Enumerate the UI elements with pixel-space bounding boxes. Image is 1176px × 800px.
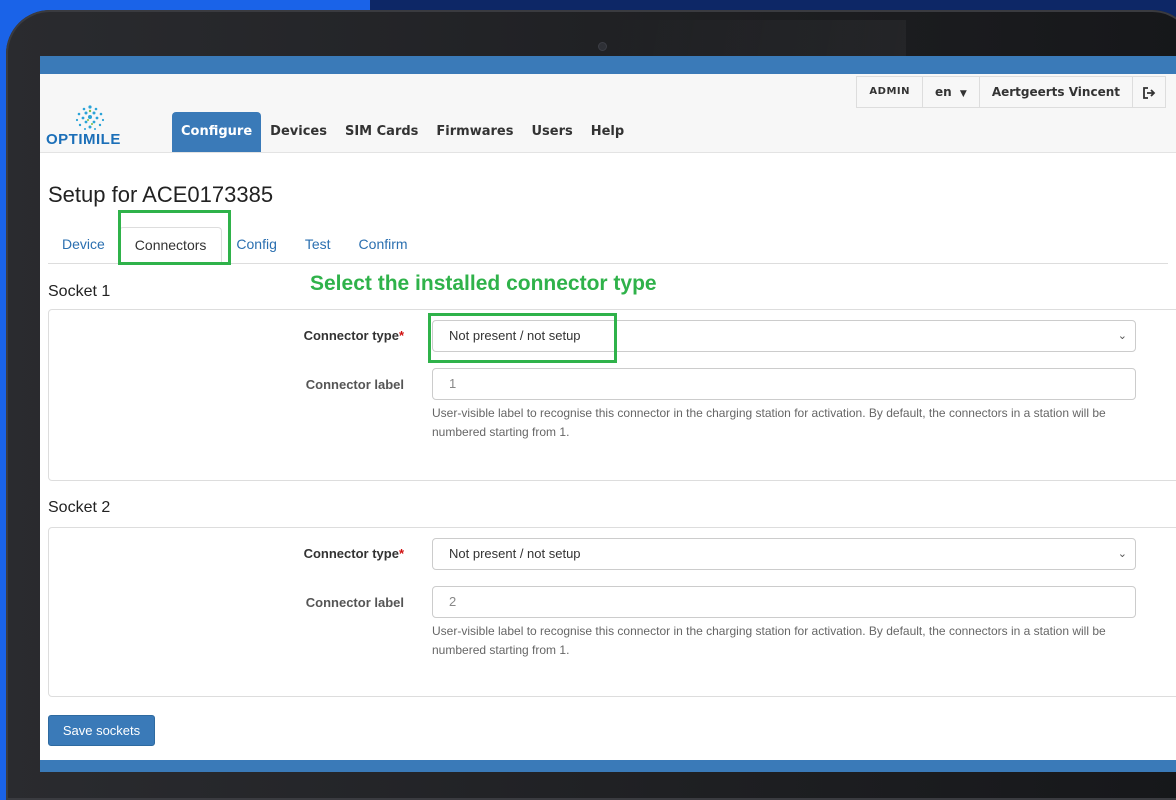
navbar: OPTIMILE Configure Devices SIM Cards Fir…	[40, 74, 1176, 153]
optimile-logo[interactable]: OPTIMILE	[46, 104, 142, 148]
connector-label-input-1[interactable]: 1	[432, 368, 1136, 400]
required-mark: *	[398, 328, 404, 343]
connector-type-select-2[interactable]: Not present / not setup ⌄	[432, 538, 1136, 570]
instruction-callout: Select the installed connector type	[310, 272, 657, 295]
tab-config[interactable]: Config	[222, 227, 290, 263]
socket-2-panel: Connector type* Not present / not setup …	[48, 527, 1176, 697]
page-title: Setup for ACE0173385	[48, 182, 274, 207]
user-name[interactable]: Aertgeerts Vincent	[978, 76, 1133, 108]
tab-connectors[interactable]: Connectors	[118, 227, 223, 265]
logout-button[interactable]	[1132, 76, 1166, 108]
logout-icon	[1143, 86, 1156, 99]
logo-dots-icon	[75, 105, 105, 130]
menu-sim-cards[interactable]: SIM Cards	[336, 112, 427, 152]
language-value: en	[935, 85, 952, 99]
setup-tabs: Device Connectors Config Test Confirm	[48, 227, 1168, 265]
connector-type-label: Connector type*	[49, 328, 404, 343]
connector-type-value: Not present / not setup	[449, 328, 581, 343]
main-menu: Configure Devices SIM Cards Firmwares Us…	[172, 112, 633, 152]
connector-label-label: Connector label	[305, 377, 404, 392]
connector-type-text: Connector type	[303, 328, 399, 343]
app-screen: OPTIMILE Configure Devices SIM Cards Fir…	[40, 56, 1176, 772]
footer-bar	[40, 760, 1176, 772]
connector-label-input-2[interactable]: 2	[432, 586, 1136, 618]
required-mark: *	[398, 546, 404, 561]
connector-type-label: Connector type*	[49, 546, 404, 561]
menu-devices[interactable]: Devices	[261, 112, 336, 152]
main-content: Setup for ACE0173385 Device Connectors C…	[40, 153, 1176, 265]
admin-badge[interactable]: ADMIN	[856, 76, 924, 108]
menu-firmwares[interactable]: Firmwares	[427, 112, 522, 152]
connector-type-select-1[interactable]: Not present / not setup ⌄	[432, 320, 1136, 352]
menu-configure[interactable]: Configure	[172, 112, 262, 152]
connector-label-help: User-visible label to recognise this con…	[432, 624, 1106, 657]
caret-down-icon: ▼	[959, 89, 967, 99]
logo-text: OPTIMILE	[46, 131, 121, 148]
menu-help[interactable]: Help	[582, 112, 633, 152]
connector-label-help: User-visible label to recognise this con…	[432, 406, 1106, 439]
connector-type-value: Not present / not setup	[449, 546, 581, 561]
language-dropdown[interactable]: en ▼	[922, 76, 980, 108]
tab-test[interactable]: Test	[291, 227, 345, 263]
top-bar	[40, 56, 1176, 74]
chevron-down-icon: ⌄	[1117, 548, 1127, 560]
socket-2-title: Socket 2	[48, 499, 111, 516]
socket-1-panel: Connector type* Not present / not setup …	[48, 309, 1176, 481]
tab-device[interactable]: Device	[48, 227, 119, 263]
user-bar: ADMIN en ▼ Aertgeerts Vincent	[856, 76, 1166, 108]
tab-confirm[interactable]: Confirm	[345, 227, 422, 263]
chevron-down-icon: ⌄	[1117, 330, 1127, 342]
menu-users[interactable]: Users	[522, 112, 581, 152]
socket-1-title: Socket 1	[48, 283, 111, 300]
connector-type-text: Connector type	[303, 546, 399, 561]
connector-label-label: Connector label	[305, 595, 404, 610]
save-sockets-button[interactable]: Save sockets	[48, 715, 155, 746]
